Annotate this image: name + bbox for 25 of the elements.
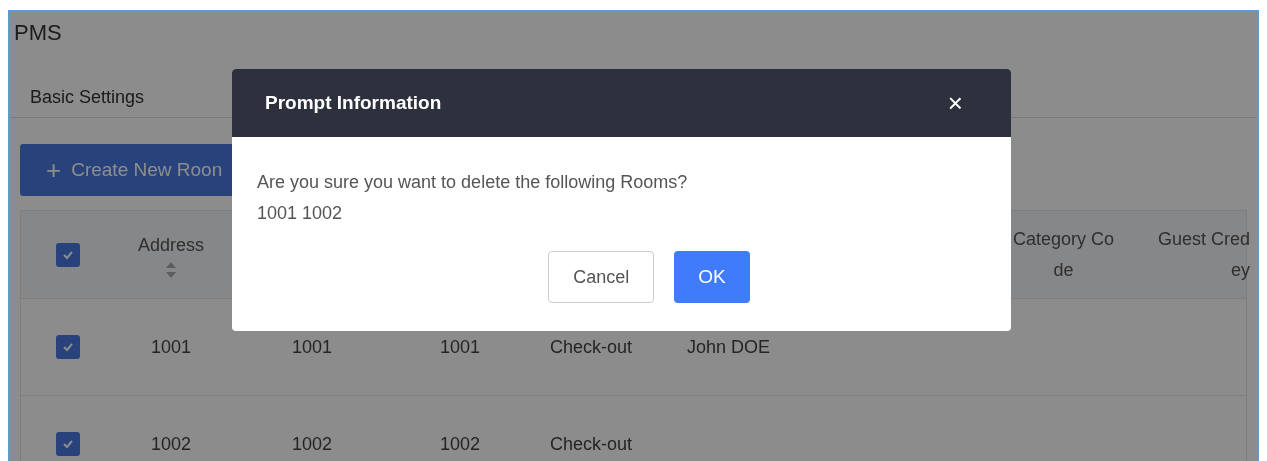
table-cell-text: 1002 [150, 432, 191, 456]
page-title: PMS [13, 19, 62, 46]
checkbox[interactable] [56, 432, 80, 456]
plus-icon: + [46, 157, 62, 183]
dialog-message: Are you sure you want to delete the following Rooms? [257, 171, 689, 194]
table-cell-text: Check-out [550, 432, 633, 456]
table-cell-text: Check-out [550, 335, 633, 359]
table-cell-text: 1001 [291, 335, 332, 359]
dialog-title: Prompt Information [265, 90, 442, 115]
room-list: 1001 1002 [257, 198, 1011, 229]
column-header[interactable]: Guest Cred ey [1158, 223, 1251, 286]
sort-icon[interactable] [165, 261, 177, 279]
table-cell-text: 1001 [439, 335, 480, 359]
column-header[interactable]: Category Co de [1013, 223, 1115, 286]
table-cell-text: John DOE [687, 335, 771, 359]
checkbox[interactable] [56, 335, 80, 359]
cancel-button[interactable]: Cancel [548, 251, 655, 303]
checkbox[interactable] [56, 242, 80, 267]
column-header[interactable]: Address [137, 230, 204, 261]
table-cell-text: 1002 [439, 432, 480, 456]
table-cell-text: 1001 [150, 335, 191, 359]
tab[interactable]: Basic Settings [28, 78, 147, 117]
table-cell-text: 1002 [291, 432, 332, 456]
close-button[interactable]: × [947, 90, 963, 116]
ok-button[interactable]: OK [674, 251, 750, 303]
